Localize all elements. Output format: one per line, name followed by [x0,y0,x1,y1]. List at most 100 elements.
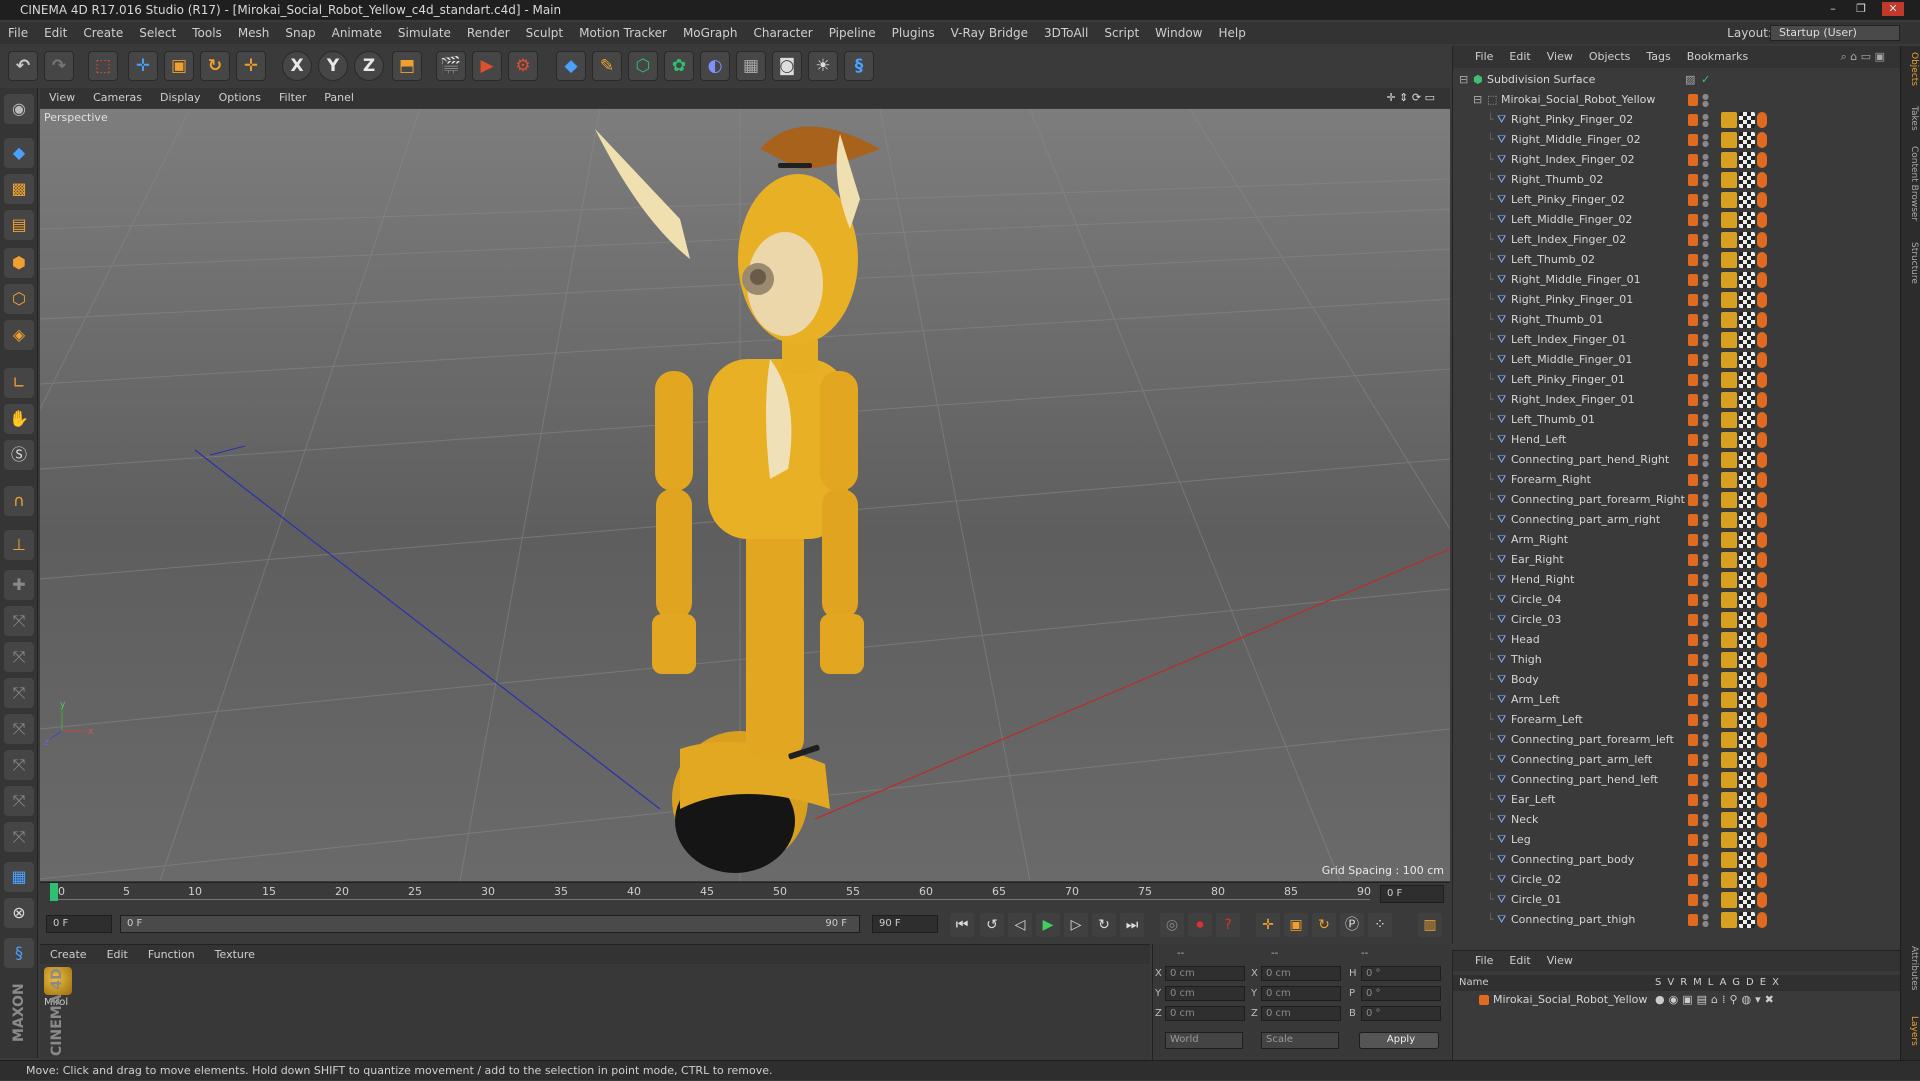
uvw-tag-icon[interactable] [1739,452,1755,468]
material-tag-icon[interactable] [1757,612,1767,628]
python-icon[interactable]: § [844,51,874,81]
material-tag-icon[interactable] [1757,652,1767,668]
uvw-tag-icon[interactable] [1739,152,1755,168]
tree-row[interactable]: └ ⛛ Forearm_Left ● ● [1453,710,1901,730]
scale-mode-select[interactable]: Scale [1261,1032,1339,1049]
visibility-dots[interactable]: ● ● [1702,813,1709,828]
maximize-button[interactable]: ❐ [1850,2,1872,16]
material-tag-icon[interactable] [1757,512,1767,528]
visibility-dots[interactable]: ● ● [1702,633,1709,648]
tree-row[interactable]: └ ⛛ Ear_Right ● ● [1453,550,1901,570]
size-y-field[interactable]: 0 cm [1261,986,1341,1001]
visibility-dots[interactable]: ● ● [1702,713,1709,728]
visibility-dots[interactable]: ● ● [1702,253,1709,268]
polygons-mode-icon[interactable]: ◈ [4,320,34,350]
layer-color-swatch[interactable] [1688,814,1698,826]
layer-color-swatch[interactable] [1688,514,1698,526]
material-menu-function[interactable]: Function [138,945,205,965]
size-x-field[interactable]: 0 cm [1261,966,1341,981]
layer-color-swatch[interactable] [1688,654,1698,666]
visibility-dots[interactable]: ● ● [1702,273,1709,288]
layer-row[interactable]: Mirokai_Social_Robot_Yellow ●◉▣▤⌂⁞⚲◍▾✖ [1453,991,1901,1009]
pos-x-field[interactable]: 0 cm [1165,966,1245,981]
menu-help[interactable]: Help [1210,22,1253,44]
key-position-icon[interactable]: ✛ [1256,913,1280,937]
viewport-menu-display[interactable]: Display [151,88,210,108]
coordinate-mode-select[interactable]: World [1165,1032,1243,1049]
array-icon[interactable]: ✿ [664,51,694,81]
texture-tag-icon[interactable] [1721,372,1737,388]
tree-row-group[interactable]: ⊟ ⬚ Mirokai_Social_Robot_Yellow ● ● [1453,90,1901,110]
layer-color-swatch[interactable] [1688,254,1698,266]
playhead[interactable] [50,883,58,901]
tab-layers[interactable]: Layers [1903,1016,1919,1046]
tree-row[interactable]: └ ⛛ Right_Index_Finger_02 ● ● [1453,150,1901,170]
key-pla-icon[interactable]: ⁘ [1368,913,1392,937]
key-parameter-icon[interactable]: Ⓟ [1340,913,1364,937]
tree-row[interactable]: └ ⛛ Left_Thumb_02 ● ● [1453,250,1901,270]
visibility-dots[interactable]: ● ● [1702,873,1709,888]
layer-color-swatch[interactable] [1688,94,1698,106]
size-z-field[interactable]: 0 cm [1261,1006,1341,1021]
uvw-tag-icon[interactable] [1739,272,1755,288]
tree-row[interactable]: └ ⛛ Ear_Left ● ● [1453,790,1901,810]
axis-mode-icon[interactable]: ∟ [4,368,34,398]
material-tag-icon[interactable] [1757,292,1767,308]
rot-b-field[interactable]: 0 ° [1361,1006,1441,1021]
uvw-tag-icon[interactable] [1739,852,1755,868]
timeline-window-icon[interactable]: ▥ [1418,913,1442,937]
make-editable-icon[interactable]: ◉ [4,94,34,124]
move-icon[interactable]: ✛ [128,51,158,81]
layer-color-swatch[interactable] [1688,294,1698,306]
visibility-dots[interactable]: ● ● [1702,453,1709,468]
layer-color-swatch[interactable] [1688,134,1698,146]
menu-sculpt[interactable]: Sculpt [518,22,571,44]
texture-tag-icon[interactable] [1721,292,1737,308]
uvw-tag-icon[interactable] [1739,752,1755,768]
texture-tag-icon[interactable] [1721,852,1737,868]
tree-row[interactable]: └ ⛛ Connecting_part_forearm_left ● ● [1453,730,1901,750]
layer-color-swatch[interactable] [1688,394,1698,406]
viewport-menu-cameras[interactable]: Cameras [84,88,151,108]
material-tag-icon[interactable] [1757,812,1767,828]
layer-color-swatch[interactable] [1688,194,1698,206]
uvw-tag-icon[interactable] [1739,732,1755,748]
texture-tag-icon[interactable] [1721,552,1737,568]
menu-tools[interactable]: Tools [184,22,230,44]
tab-objects[interactable]: Objects [1903,52,1919,86]
sculpt-pull-icon[interactable]: ⤧ [4,606,34,636]
layer-color-swatch[interactable] [1688,594,1698,606]
layer-color-swatch[interactable] [1688,634,1698,646]
uvw-tag-icon[interactable] [1739,792,1755,808]
material-tag-icon[interactable] [1757,852,1767,868]
layer-color-swatch[interactable] [1688,114,1698,126]
texture-tag-icon[interactable] [1721,792,1737,808]
points-mode-icon[interactable]: ⬢ [4,248,34,278]
material-tag-icon[interactable] [1757,132,1767,148]
visibility-dots[interactable]: ● ● [1702,493,1709,508]
viewport-menu-view[interactable]: View [40,88,84,108]
uvw-tag-icon[interactable] [1739,832,1755,848]
uvw-tag-icon[interactable] [1739,712,1755,728]
uvw-tag-icon[interactable] [1739,492,1755,508]
material-tag-icon[interactable] [1757,212,1767,228]
tab-content-browser[interactable]: Content Browser [1903,146,1919,221]
visibility-dots[interactable]: ● ● [1702,693,1709,708]
om-menu-bookmarks[interactable]: Bookmarks [1679,46,1756,68]
tree-row[interactable]: └ ⛛ Right_Thumb_01 ● ● [1453,310,1901,330]
layer-color-swatch[interactable] [1688,754,1698,766]
tree-row[interactable]: └ ⛛ Body ● ● [1453,670,1901,690]
layer-menu-view[interactable]: View [1539,951,1581,971]
tree-row[interactable]: └ ⛛ Left_Pinky_Finger_01 ● ● [1453,370,1901,390]
go-to-start-icon[interactable]: ⏮ [950,913,974,937]
pos-y-field[interactable]: 0 cm [1165,986,1245,1001]
tree-row[interactable]: └ ⛛ Arm_Left ● ● [1453,690,1901,710]
sculpt-inflate-icon[interactable]: ⤧ [4,714,34,744]
visibility-dots[interactable]: ● ● [1702,833,1709,848]
texture-tag-icon[interactable] [1721,572,1737,588]
menu-pipeline[interactable]: Pipeline [821,22,884,44]
layer-menu-file[interactable]: File [1467,951,1501,971]
menu-edit[interactable]: Edit [36,22,75,44]
texture-tag-icon[interactable] [1721,432,1737,448]
layer-color-swatch[interactable] [1688,354,1698,366]
